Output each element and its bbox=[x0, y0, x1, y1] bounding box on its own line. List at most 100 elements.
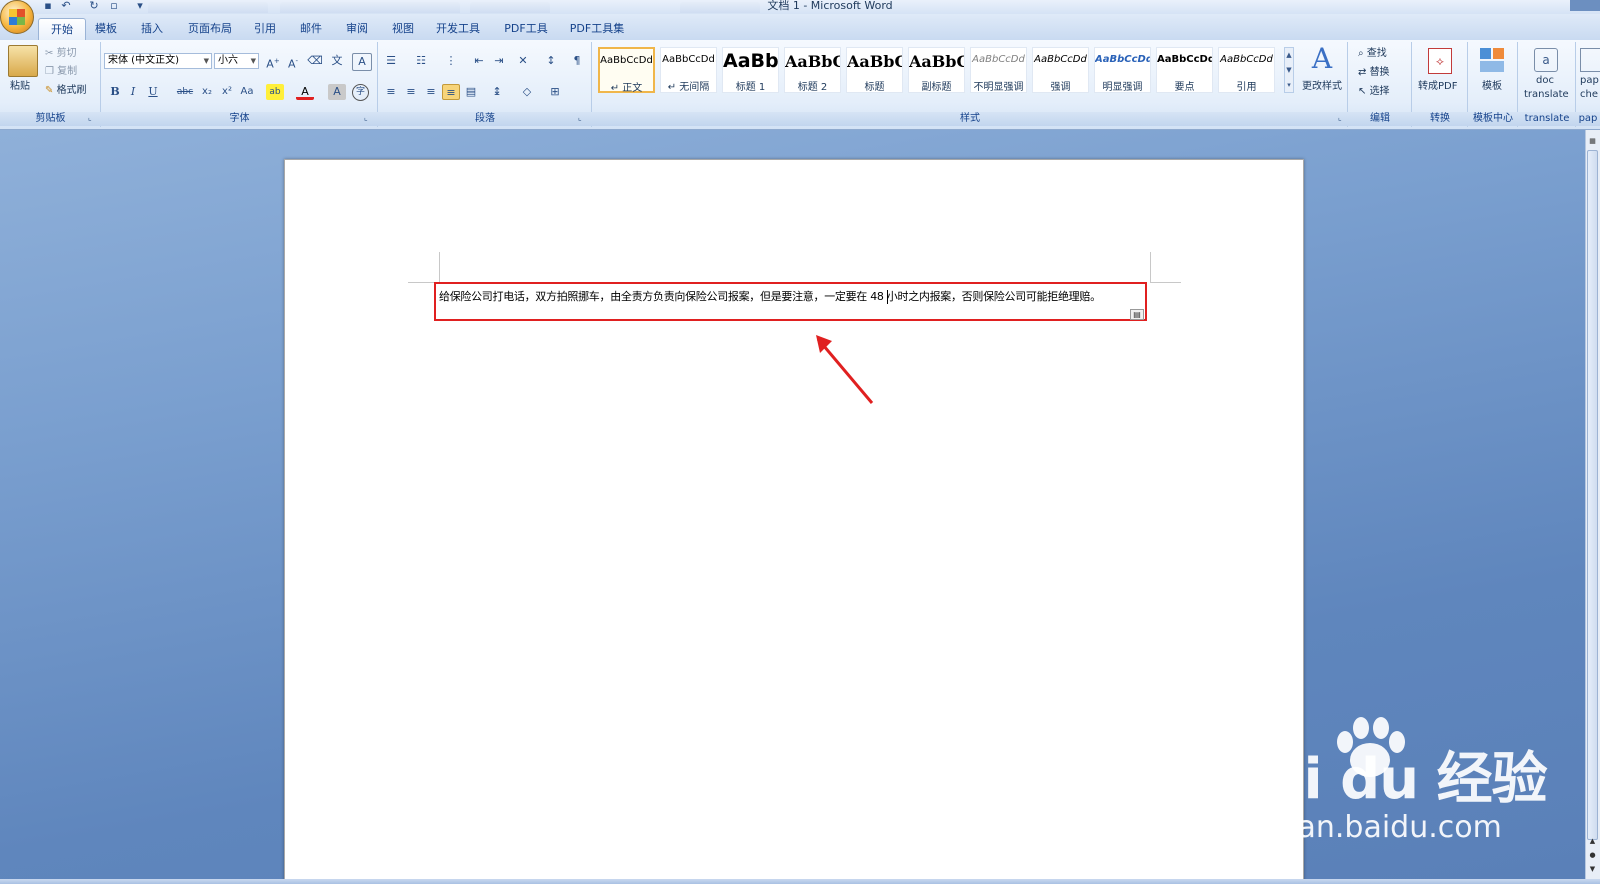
undo-icon[interactable]: ↶ bbox=[60, 0, 72, 12]
tab-page-layout[interactable]: 页面布局 bbox=[180, 18, 240, 40]
translate-icon[interactable]: a bbox=[1534, 48, 1558, 72]
align-right-icon[interactable]: ≡ bbox=[422, 84, 440, 100]
pdf-icon[interactable]: ⟡ bbox=[1428, 48, 1452, 74]
tab-pdf-toolset[interactable]: PDF工具集 bbox=[566, 18, 628, 40]
style-intense-emphasis[interactable]: AaBbCcDd 明显强调 bbox=[1094, 47, 1151, 93]
tab-insert[interactable]: 插入 bbox=[134, 18, 170, 40]
paste-button[interactable]: 粘贴 bbox=[10, 78, 30, 95]
tab-references[interactable]: 引用 bbox=[248, 18, 282, 40]
distributed-icon[interactable]: ▤ bbox=[462, 84, 480, 100]
show-marks-icon[interactable]: ¶ bbox=[568, 53, 586, 69]
scroll-up-icon[interactable]: ▲ bbox=[1587, 836, 1598, 846]
shrink-font-icon[interactable]: A- bbox=[284, 53, 302, 71]
convert-to-pdf-button[interactable]: 转成PDF bbox=[1418, 78, 1457, 95]
multilevel-list-icon[interactable]: ⋮ bbox=[442, 53, 460, 69]
bullets-icon[interactable]: ☰ bbox=[382, 53, 400, 69]
change-styles-icon[interactable]: A bbox=[1306, 44, 1338, 74]
align-left-icon[interactable]: ≡ bbox=[382, 84, 400, 100]
change-styles-button[interactable]: 更改样式 bbox=[1302, 78, 1342, 95]
replace-button[interactable]: ⇄ 替换 bbox=[1358, 64, 1390, 81]
line-spacing-icon[interactable]: ↨ bbox=[488, 84, 506, 100]
styles-gallery-scroll[interactable]: ▲ ▼ ▾ bbox=[1284, 47, 1294, 93]
style-name: 强调 bbox=[1050, 82, 1071, 93]
browse-object-icon[interactable]: ● bbox=[1587, 850, 1598, 860]
char-shading-icon[interactable]: A bbox=[328, 84, 346, 100]
justify-icon[interactable]: ≡ bbox=[442, 84, 460, 100]
numbering-icon[interactable]: ☷ bbox=[412, 53, 430, 69]
paragraph-group-label: 段落 bbox=[378, 112, 592, 126]
style-title[interactable]: AaBbC 标题 bbox=[846, 47, 903, 93]
dialog-launcher-icon[interactable]: ⌞ bbox=[364, 113, 373, 122]
paper-check-icon[interactable] bbox=[1580, 48, 1600, 72]
paste-options-icon[interactable]: ▤ bbox=[1130, 309, 1144, 320]
sort-icon[interactable]: ↕ bbox=[542, 53, 560, 69]
style-subtle-emphasis[interactable]: AaBbCcDd 不明显强调 bbox=[970, 47, 1027, 93]
doc-translate-line2[interactable]: translate bbox=[1524, 88, 1569, 105]
style-quote[interactable]: AaBbCcDd 引用 bbox=[1218, 47, 1275, 93]
clear-format-icon[interactable]: ⌫ bbox=[306, 53, 324, 69]
ruler-toggle-icon[interactable]: ▦ bbox=[1587, 136, 1598, 146]
subscript-icon[interactable]: x₂ bbox=[198, 84, 216, 100]
paper-check-line2[interactable]: che bbox=[1580, 88, 1598, 105]
tab-mailings[interactable]: 邮件 bbox=[294, 18, 328, 40]
office-button[interactable] bbox=[0, 0, 34, 34]
phonetic-guide-icon[interactable]: 文 bbox=[328, 53, 346, 69]
style-emphasis[interactable]: AaBbCcDd 强调 bbox=[1032, 47, 1089, 93]
grow-font-icon[interactable]: A+ bbox=[264, 53, 282, 71]
format-painter-button[interactable]: ✎ 格式刷 bbox=[45, 82, 87, 99]
tab-review[interactable]: 审阅 bbox=[340, 18, 374, 40]
superscript-icon[interactable]: x² bbox=[218, 84, 236, 100]
change-case-icon[interactable]: Aa bbox=[238, 84, 256, 100]
chinese-layout-icon[interactable]: ✕ bbox=[514, 53, 532, 69]
style-strong[interactable]: AaBbCcDd 要点 bbox=[1156, 47, 1213, 93]
select-button[interactable]: ↖ 选择 bbox=[1358, 83, 1390, 100]
bold-icon[interactable]: B bbox=[106, 84, 124, 100]
shading-icon[interactable]: ◇ bbox=[518, 84, 536, 100]
document-page[interactable] bbox=[284, 159, 1304, 884]
borders-icon[interactable]: ⊞ bbox=[546, 84, 564, 100]
char-border-icon[interactable]: A bbox=[352, 53, 372, 71]
style-subtitle[interactable]: AaBbC 副标题 bbox=[908, 47, 965, 93]
dialog-launcher-icon[interactable]: ⌞ bbox=[88, 113, 97, 122]
style-sample: AaBbCcDd bbox=[1220, 54, 1273, 65]
tab-home[interactable]: 开始 bbox=[38, 18, 86, 41]
tab-view[interactable]: 视图 bbox=[386, 18, 420, 40]
dialog-launcher-icon[interactable]: ⌞ bbox=[1338, 113, 1347, 122]
print-preview-icon[interactable]: ▫ bbox=[108, 0, 120, 12]
style-heading-2[interactable]: AaBbC 标题 2 bbox=[784, 47, 841, 93]
increase-indent-icon[interactable]: ⇥ bbox=[490, 53, 508, 69]
style-heading-1[interactable]: AaBb 标题 1 bbox=[722, 47, 779, 93]
save-icon[interactable]: ▪ bbox=[42, 0, 54, 12]
style-normal[interactable]: AaBbCcDd ↵ 正文 bbox=[598, 47, 655, 94]
scrollbar-thumb[interactable] bbox=[1587, 150, 1598, 840]
document-paragraph[interactable]: 给保险公司打电话，双方拍照挪车，由全责方负责向保险公司报案，但是要注意，一定要在… bbox=[439, 289, 1139, 305]
font-color-icon[interactable]: A bbox=[296, 84, 314, 100]
clipboard-group-label: 剪贴板 bbox=[0, 112, 101, 126]
copy-button[interactable]: ❐ 复制 bbox=[45, 63, 77, 80]
background-taskbar-tab bbox=[470, 2, 550, 13]
scroll-down-icon[interactable]: ▼ bbox=[1587, 864, 1598, 874]
enclose-char-icon[interactable]: 字 bbox=[352, 84, 369, 101]
tab-developer[interactable]: 开发工具 bbox=[430, 18, 486, 40]
decrease-indent-icon[interactable]: ⇤ bbox=[470, 53, 488, 69]
qat-customize-icon[interactable]: ▾ bbox=[134, 0, 146, 12]
underline-icon[interactable]: U bbox=[144, 84, 162, 100]
paste-icon[interactable] bbox=[8, 45, 38, 77]
dialog-launcher-icon[interactable]: ⌞ bbox=[578, 113, 587, 122]
italic-icon[interactable]: I bbox=[124, 84, 142, 100]
template-icon[interactable] bbox=[1480, 48, 1504, 74]
window-controls[interactable] bbox=[1570, 0, 1600, 11]
cut-button[interactable]: ✂ 剪切 bbox=[45, 45, 77, 62]
style-no-spacing[interactable]: AaBbCcDd ↵ 无间隔 bbox=[660, 47, 717, 93]
tab-pdf-tools[interactable]: PDF工具 bbox=[498, 18, 554, 40]
template-button[interactable]: 模板 bbox=[1482, 78, 1502, 95]
strikethrough-icon[interactable]: abc bbox=[176, 84, 194, 100]
font-size-combo[interactable]: 小六 ▼ bbox=[214, 53, 259, 69]
redo-icon[interactable]: ↻ bbox=[88, 0, 100, 12]
find-button[interactable]: ⌕ 查找 bbox=[1358, 45, 1387, 62]
align-center-icon[interactable]: ≡ bbox=[402, 84, 420, 100]
styles-group-label: 样式 bbox=[592, 112, 1348, 126]
highlight-color-icon[interactable]: ab bbox=[266, 84, 284, 100]
font-name-combo[interactable]: 宋体 (中文正文) ▼ bbox=[104, 53, 212, 69]
tab-templates[interactable]: 模板 bbox=[88, 18, 124, 40]
